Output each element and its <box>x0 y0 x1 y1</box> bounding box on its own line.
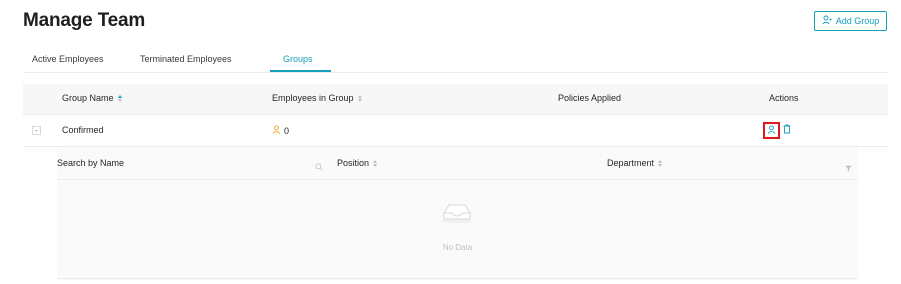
members-table-header: Search by Name Position Department <box>57 147 858 180</box>
empty-inbox-icon <box>440 200 474 229</box>
user-icon <box>272 125 281 136</box>
tab-terminated-employees[interactable]: Terminated Employees <box>140 54 232 64</box>
empty-state: No Data <box>57 180 858 279</box>
column-position-label: Position <box>337 158 370 168</box>
row-actions <box>763 121 792 139</box>
column-group-name-label: Group Name <box>62 93 114 103</box>
delete-group-button[interactable] <box>782 121 792 139</box>
group-members-table: Search by Name Position Department No Da… <box>57 147 858 280</box>
employees-count-cell: 0 <box>272 125 289 136</box>
column-policies-label: Policies Applied <box>558 93 622 103</box>
trash-icon <box>783 124 791 134</box>
assign-employees-button[interactable] <box>763 121 780 139</box>
add-group-button[interactable]: Add Group <box>814 11 887 31</box>
add-user-icon <box>822 15 832 27</box>
column-employees-label: Employees in Group <box>272 93 354 103</box>
column-group-name[interactable]: Group Name <box>62 93 122 103</box>
column-position[interactable]: Position <box>337 158 378 168</box>
employees-count: 0 <box>284 125 290 136</box>
sort-icon[interactable] <box>117 94 122 102</box>
tab-groups[interactable]: Groups <box>283 54 313 64</box>
column-employees-in-group[interactable]: Employees in Group <box>272 93 362 103</box>
sort-icon[interactable] <box>658 159 663 167</box>
column-actions-label: Actions <box>769 93 799 103</box>
column-department-label: Department <box>607 158 655 168</box>
column-search-by-name[interactable]: Search by Name <box>57 158 124 168</box>
column-actions: Actions <box>769 93 799 103</box>
sort-icon[interactable] <box>373 159 378 167</box>
group-name-cell: Confirmed <box>62 125 104 135</box>
search-icon[interactable] <box>315 158 323 176</box>
table-row: - Confirmed 0 <box>23 115 888 147</box>
add-group-label: Add Group <box>835 16 880 26</box>
filter-icon[interactable] <box>845 159 852 177</box>
groups-table-header: Group Name Employees in Group Policies A… <box>23 84 888 115</box>
active-tab-indicator <box>270 70 331 72</box>
user-icon <box>767 121 776 139</box>
column-department[interactable]: Department <box>607 158 663 168</box>
tab-active-employees[interactable]: Active Employees <box>32 54 104 64</box>
column-policies-applied: Policies Applied <box>558 93 621 103</box>
empty-text: No Data <box>442 243 473 252</box>
page-title: Manage Team <box>23 10 146 31</box>
column-search-by-name-label: Search by Name <box>57 158 125 168</box>
tab-bar: Active Employees Terminated Employees Gr… <box>23 46 888 73</box>
collapse-row-button[interactable]: - <box>32 126 41 135</box>
sort-icon[interactable] <box>357 94 362 102</box>
